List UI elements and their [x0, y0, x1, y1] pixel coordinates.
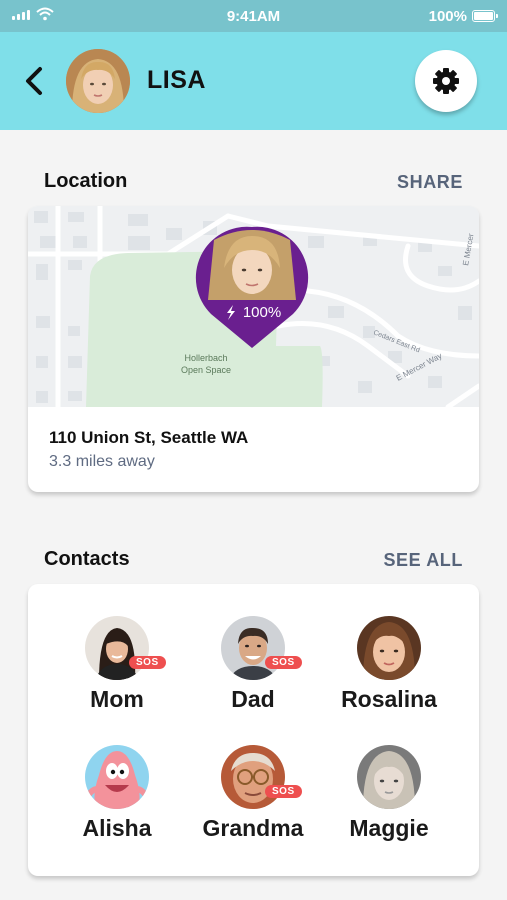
location-card: Hollerbach Open Space Cedars East Rd E M…	[28, 206, 479, 492]
avatar	[357, 616, 421, 680]
map-park-label-1: Hollerbach	[184, 353, 227, 363]
map-park-label-2: Open Space	[181, 365, 231, 375]
location-map[interactable]: Hollerbach Open Space Cedars East Rd E M…	[28, 206, 479, 407]
contact-grandma[interactable]: SOS Grandma	[178, 745, 328, 842]
avatar: SOS	[221, 745, 302, 809]
contact-name: Alisha	[82, 815, 152, 841]
share-button[interactable]: SHARE	[397, 172, 463, 193]
avatar	[85, 745, 149, 809]
battery-percentage: 100%	[428, 8, 467, 25]
see-all-button[interactable]: SEE ALL	[383, 550, 463, 571]
profile-header: LISA	[0, 32, 507, 130]
settings-button[interactable]	[415, 50, 477, 112]
status-bar: 9:41AM 100%	[0, 0, 507, 32]
contact-name: Mom	[90, 686, 144, 712]
pin-battery-level: 100%	[243, 304, 281, 321]
avatar	[357, 745, 421, 809]
address-text: 110 Union St, Seattle WA	[49, 428, 249, 447]
avatar: SOS	[221, 616, 302, 680]
distance-text: 3.3 miles away	[49, 453, 155, 470]
contact-name: Rosalina	[341, 686, 437, 712]
sos-badge: SOS	[265, 785, 302, 798]
profile-name: LISA	[147, 66, 206, 94]
gear-icon	[433, 68, 459, 94]
contact-dad[interactable]: SOS Dad	[178, 616, 328, 713]
contact-alisha[interactable]: Alisha	[42, 745, 192, 842]
contact-name: Grandma	[202, 815, 304, 841]
contact-maggie[interactable]: Maggie	[314, 745, 464, 842]
sos-badge: SOS	[129, 656, 166, 669]
contacts-heading: Contacts	[44, 548, 130, 570]
contact-mom[interactable]: SOS Mom	[42, 616, 192, 713]
avatar: SOS	[85, 616, 166, 680]
contact-name: Dad	[231, 686, 275, 712]
contacts-card: SOS Mom SOS Dad Rosalina Alisha SOS Gran…	[28, 584, 479, 876]
profile-avatar[interactable]	[66, 49, 130, 113]
battery-icon	[472, 10, 498, 22]
back-button[interactable]	[20, 64, 48, 98]
contact-name: Maggie	[349, 815, 429, 841]
contact-rosalina[interactable]: Rosalina	[314, 616, 464, 713]
location-heading: Location	[44, 170, 128, 192]
sos-badge: SOS	[265, 656, 302, 669]
